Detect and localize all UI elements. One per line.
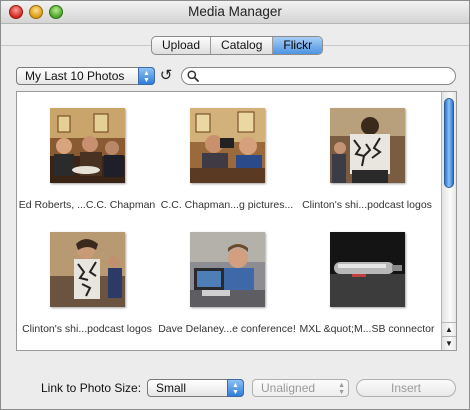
photo-thumbnail[interactable] [330, 232, 405, 307]
title-bar: Media Manager [1, 1, 469, 24]
photo-thumbnail[interactable] [190, 232, 265, 307]
photo-thumbnail[interactable] [190, 108, 265, 183]
photo-caption: Clinton's shi...podcast logos [22, 323, 152, 335]
source-tabs: Upload Catalog Flickr [151, 36, 324, 55]
tab-flickr[interactable]: Flickr [273, 37, 323, 54]
photo-thumbnail[interactable] [330, 108, 405, 183]
photo-thumbnail[interactable] [50, 108, 125, 183]
photo-item[interactable]: C.C. Chapman...g pictures... [157, 92, 297, 222]
photo-caption: Clinton's shi...podcast logos [302, 199, 432, 211]
photo-item[interactable]: Ed Roberts, ...C.C. Chapman [17, 92, 157, 222]
refresh-icon[interactable]: ↺ [158, 67, 174, 85]
photo-item[interactable]: Clinton's shi...podcast logos [17, 216, 157, 346]
tab-upload[interactable]: Upload [152, 37, 212, 54]
photo-caption: Ed Roberts, ...C.C. Chapman [18, 199, 156, 211]
photo-item[interactable]: Dave Delaney...e conference! [157, 216, 297, 346]
link-size-label: Link to Photo Size: [41, 381, 142, 395]
photo-set-select[interactable]: My Last 10 Photos ▲ ▼ [16, 67, 155, 85]
insert-button[interactable]: Insert [356, 379, 456, 397]
photo-caption: MXL &quot;M...SB connector [299, 323, 435, 335]
tab-catalog[interactable]: Catalog [211, 37, 274, 54]
gallery-scrollbar[interactable]: ▲ ▼ [441, 92, 456, 350]
photo-set-label: My Last 10 Photos [25, 69, 125, 83]
photo-gallery: Ed Roberts, ...C.C. Chapman C.C. Chapman… [16, 91, 457, 351]
photo-caption: Dave Delaney...e conference! [158, 323, 296, 335]
alignment-select[interactable]: Unaligned ▲ ▼ [252, 379, 349, 397]
photo-caption: C.C. Chapman...g pictures... [160, 199, 294, 211]
photo-item[interactable]: Clinton's shi...podcast logos [297, 92, 437, 222]
scroll-thumb[interactable] [444, 98, 454, 188]
chevron-updown-icon: ▲ ▼ [338, 382, 345, 396]
alignment-value: Unaligned [261, 381, 316, 395]
photo-item[interactable]: MXL &quot;M...SB connector [297, 216, 437, 346]
media-manager-window: Media Manager Upload Catalog Flickr My L… [0, 0, 470, 410]
photo-size-select[interactable]: Small ▲ ▼ [147, 379, 244, 397]
window-title: Media Manager [188, 4, 282, 19]
photo-size-value: Small [156, 381, 187, 395]
chevron-updown-icon: ▲ ▼ [138, 67, 155, 85]
scroll-down-icon[interactable]: ▼ [442, 336, 456, 350]
search-icon [187, 70, 199, 82]
photo-thumbnail[interactable] [50, 232, 125, 307]
chevron-updown-icon: ▲ ▼ [227, 379, 244, 397]
scroll-up-icon[interactable]: ▲ [442, 322, 456, 336]
search-input[interactable] [181, 67, 456, 85]
